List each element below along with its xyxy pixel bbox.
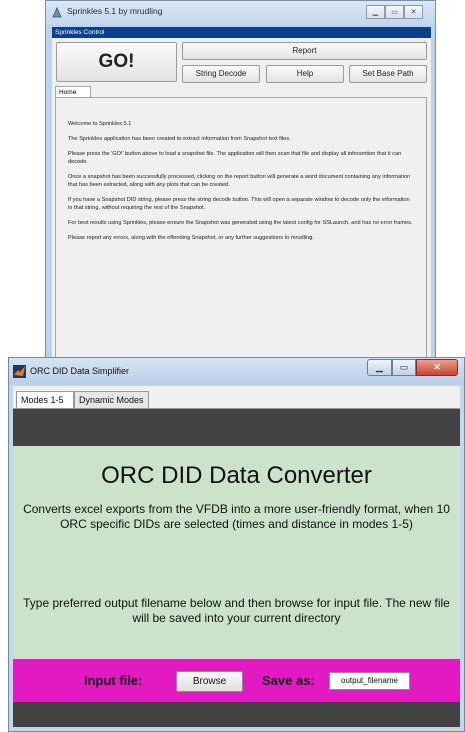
matlab-icon bbox=[13, 365, 26, 378]
minimize-button[interactable]: ▁ bbox=[367, 359, 392, 376]
sprinkles-titlebar[interactable]: Sprinkles 5.1 by mrudling ▁ ▭ ✕ bbox=[46, 1, 435, 25]
close-button[interactable]: ✕ bbox=[404, 5, 423, 19]
minimize-button[interactable]: ▁ bbox=[366, 5, 385, 19]
save-as-label: Save as: bbox=[262, 673, 315, 688]
top-dark-band bbox=[13, 409, 460, 446]
welcome-paragraph: The Sprinkles application has been creat… bbox=[68, 136, 291, 142]
welcome-paragraph: Once a snapshot has been successfully pr… bbox=[68, 174, 411, 188]
page-title: ORC DID Data Converter bbox=[101, 462, 372, 489]
instructions-text: Type preferred output filename below and… bbox=[23, 596, 450, 625]
maximize-button[interactable]: ▭ bbox=[392, 359, 416, 376]
orc-titlebar[interactable]: ORC DID Data Simplifier ▁ ▭ ✕ bbox=[9, 358, 464, 385]
maximize-button[interactable]: ▭ bbox=[385, 5, 404, 19]
welcome-paragraph: If you have a Snapshot DID string, pleas… bbox=[68, 197, 410, 211]
report-button[interactable]: Report bbox=[182, 42, 427, 60]
welcome-paragraph: Please press the 'GO!' button above to l… bbox=[68, 151, 402, 165]
orc-window-title: ORC DID Data Simplifier bbox=[30, 366, 130, 376]
home-tab-panel: Welcome to Sprinkles 5.1 The Sprinkles a… bbox=[55, 97, 427, 359]
sprinkles-window: Sprinkles 5.1 by mrudling ▁ ▭ ✕ Sprinkle… bbox=[45, 0, 436, 360]
tab-modes-1-5[interactable]: Modes 1-5 bbox=[16, 391, 74, 408]
input-file-label: Input file: bbox=[84, 673, 143, 688]
modes-panel: ORC DID Data Converter Converts excel ex… bbox=[13, 408, 460, 727]
output-filename-field[interactable]: output_filename bbox=[329, 672, 410, 690]
browse-button[interactable]: Browse bbox=[176, 671, 243, 692]
welcome-text: Welcome to Sprinkles 5.1 The Sprinkles a… bbox=[68, 120, 413, 249]
info-panel: ORC DID Data Converter Converts excel ex… bbox=[13, 446, 460, 659]
string-decode-button[interactable]: String Decode bbox=[182, 65, 260, 83]
welcome-paragraph: Welcome to Sprinkles 5.1 bbox=[68, 121, 132, 127]
orc-client: Modes 1-5 Dynamic Modes ORC DID Data Con… bbox=[13, 386, 460, 727]
close-button[interactable]: ✕ bbox=[416, 359, 458, 376]
set-base-path-button[interactable]: Set Base Path bbox=[349, 65, 427, 83]
welcome-paragraph: Please report any errors, along with the… bbox=[68, 235, 314, 241]
file-controls-bar: Input file: Browse Save as: output_filen… bbox=[13, 659, 460, 702]
orc-window: ORC DID Data Simplifier ▁ ▭ ✕ Modes 1-5 … bbox=[8, 357, 465, 732]
help-button[interactable]: Help bbox=[266, 65, 344, 83]
sprinkles-client: Sprinkles Control GO! Report String Deco… bbox=[52, 27, 431, 359]
welcome-paragraph: For best results using Sprinkles, please… bbox=[68, 220, 413, 226]
sprinkles-app-icon bbox=[52, 7, 62, 18]
description-text: Converts excel exports from the VFDB int… bbox=[23, 502, 450, 531]
tab-dynamic-modes[interactable]: Dynamic Modes bbox=[74, 391, 149, 408]
bottom-dark-band bbox=[13, 702, 460, 727]
sprinkles-window-title: Sprinkles 5.1 by mrudling bbox=[67, 6, 163, 16]
go-button[interactable]: GO! bbox=[56, 42, 177, 82]
sprinkles-panel-title: Sprinkles Control bbox=[52, 27, 431, 38]
